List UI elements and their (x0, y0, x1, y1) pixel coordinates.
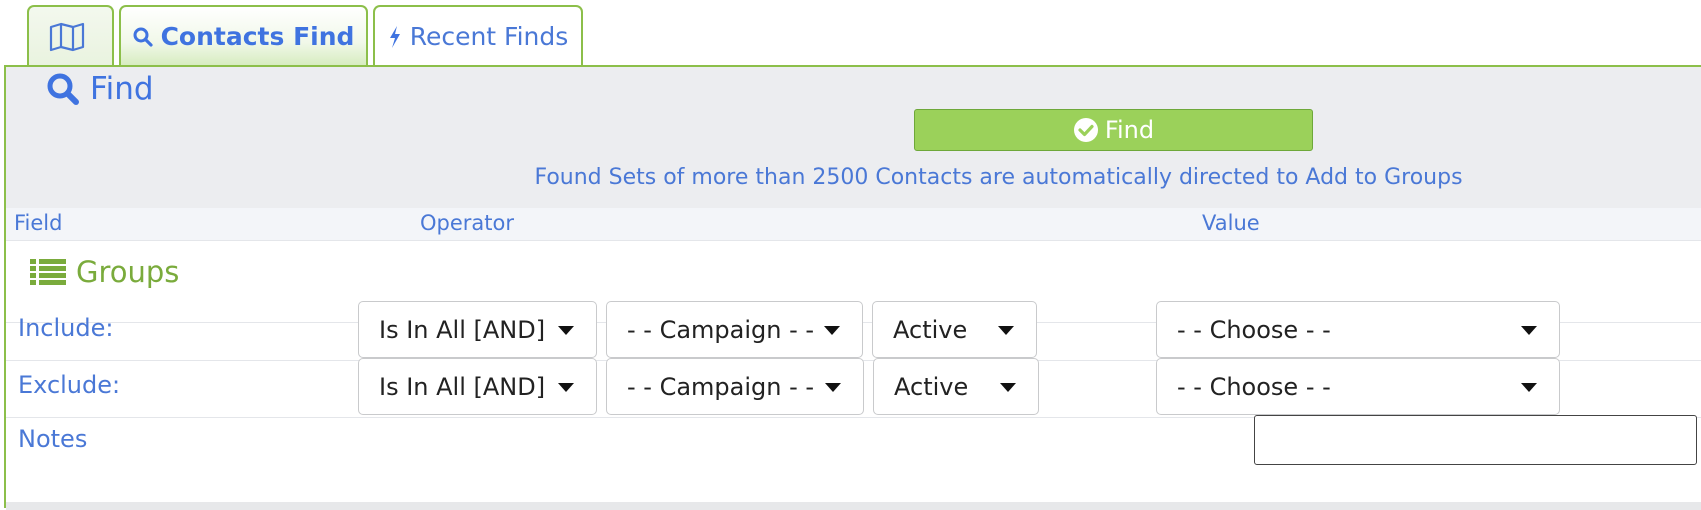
caret-down-icon (558, 383, 574, 392)
include-operator-select[interactable]: Is In All [AND] (358, 301, 597, 358)
exclude-value-select[interactable]: - - Choose - - (1156, 358, 1560, 415)
exclude-label: Exclude: (18, 371, 121, 399)
include-row: Include: Is In All [AND] - - Campaign - … (6, 299, 1701, 361)
include-type-select[interactable]: - - Campaign - - (606, 301, 863, 358)
tab-recent-finds[interactable]: Recent Finds (373, 5, 583, 66)
column-header-field: Field (14, 211, 63, 235)
include-status-select[interactable]: Active (872, 301, 1037, 358)
tab-map[interactable] (27, 5, 114, 66)
groups-title: Groups (30, 255, 179, 289)
caret-down-icon (1000, 383, 1016, 392)
include-label: Include: (18, 314, 114, 342)
find-button[interactable]: Find (914, 109, 1313, 151)
exclude-type-select[interactable]: - - Campaign - - (606, 358, 864, 415)
include-value-value: - - Choose - - (1177, 315, 1331, 344)
notes-row: Notes (6, 413, 1701, 465)
caret-down-icon (1521, 383, 1537, 392)
notes-label: Notes (18, 425, 88, 453)
include-status-value: Active (893, 315, 968, 344)
caret-down-icon (1521, 326, 1537, 335)
panel-footer (6, 502, 1701, 510)
exclude-row: Exclude: Is In All [AND] - - Campaign - … (6, 356, 1701, 418)
search-icon (46, 72, 80, 106)
tab-contacts-find-label: Contacts Find (160, 22, 355, 51)
search-icon (133, 27, 153, 47)
page-title-label: Find (90, 71, 154, 107)
tab-bar: Contacts Find Recent Finds (27, 5, 583, 66)
include-type-value: - - Campaign - - (627, 315, 815, 344)
exclude-status-value: Active (894, 372, 969, 401)
bolt-icon (388, 25, 402, 48)
tab-contacts-find[interactable]: Contacts Find (119, 5, 368, 66)
column-headers: Field Operator Value (6, 208, 1701, 241)
groups-title-label: Groups (76, 255, 180, 289)
page-title: Find (46, 71, 154, 107)
find-panel: Find Find Found Sets of more than 2500 C… (4, 65, 1701, 510)
caret-down-icon (825, 383, 841, 392)
notes-input[interactable] (1254, 415, 1697, 465)
column-header-value: Value (1202, 211, 1260, 235)
include-value-select[interactable]: - - Choose - - (1156, 301, 1560, 358)
list-icon (30, 258, 66, 286)
exclude-value-value: - - Choose - - (1177, 372, 1331, 401)
column-header-operator: Operator (420, 211, 514, 235)
exclude-status-select[interactable]: Active (873, 358, 1039, 415)
caret-down-icon (998, 326, 1014, 335)
exclude-operator-value: Is In All [AND] (379, 372, 546, 401)
map-icon (49, 22, 85, 52)
find-header: Find Find Found Sets of more than 2500 C… (6, 67, 1701, 208)
exclude-type-value: - - Campaign - - (627, 372, 815, 401)
caret-down-icon (824, 326, 840, 335)
find-button-label: Find (1104, 116, 1155, 144)
check-circle-icon (1073, 117, 1099, 143)
caret-down-icon (558, 326, 574, 335)
tab-recent-finds-label: Recent Finds (409, 22, 569, 51)
exclude-operator-select[interactable]: Is In All [AND] (358, 358, 597, 415)
found-set-notice: Found Sets of more than 2500 Contacts ar… (534, 165, 1463, 190)
include-operator-value: Is In All [AND] (379, 315, 546, 344)
